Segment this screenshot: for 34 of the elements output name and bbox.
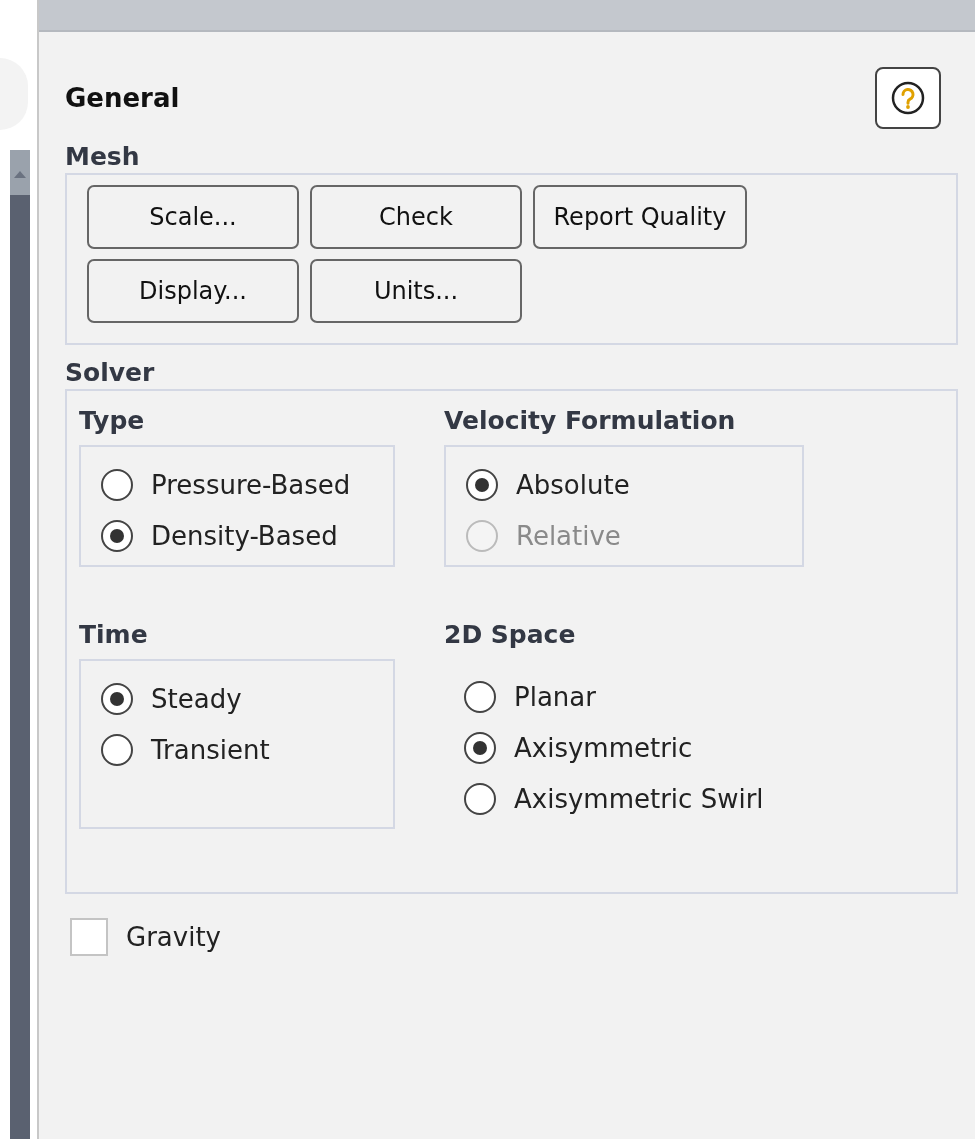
checkbox-label: Gravity (126, 922, 221, 952)
mesh-button[interactable]: Units... (310, 259, 522, 323)
radio-label: Density-Based (151, 520, 338, 551)
radio-button[interactable] (101, 519, 133, 552)
mesh-button[interactable]: Report Quality (533, 185, 747, 249)
radio-button[interactable] (101, 733, 133, 766)
checkbox[interactable] (70, 918, 108, 956)
radio-button[interactable] (464, 731, 496, 764)
radio-button[interactable] (464, 782, 496, 815)
radio-label: Transient (151, 734, 270, 765)
radio-label: Absolute (516, 469, 630, 500)
radio-label: Relative (516, 520, 621, 551)
radio-button[interactable] (101, 682, 133, 715)
up-arrow-icon (14, 170, 26, 178)
mesh-button[interactable]: Scale... (87, 185, 299, 249)
mesh-button[interactable]: Display... (87, 259, 299, 323)
section-label: Solver (65, 357, 156, 389)
radio-label: Steady (151, 683, 242, 714)
radio-label: Axisymmetric (514, 732, 693, 763)
group-label: Velocity Formulation (444, 405, 737, 437)
section-label: Mesh (65, 141, 141, 173)
radio-button[interactable] (464, 680, 496, 713)
radio-button[interactable] (466, 468, 498, 501)
help-button[interactable] (875, 67, 941, 129)
radio-label: Axisymmetric Swirl (514, 783, 764, 814)
panel-title: General (65, 83, 180, 113)
group-label: Time (79, 619, 149, 651)
radio-label: Pressure-Based (151, 469, 351, 500)
help-icon (891, 81, 925, 115)
radio-button[interactable] (101, 468, 133, 501)
group-label: 2D Space (444, 619, 577, 651)
group-label: Type (79, 405, 146, 437)
mesh-button[interactable]: Check (310, 185, 522, 249)
radio-label: Planar (514, 681, 596, 712)
